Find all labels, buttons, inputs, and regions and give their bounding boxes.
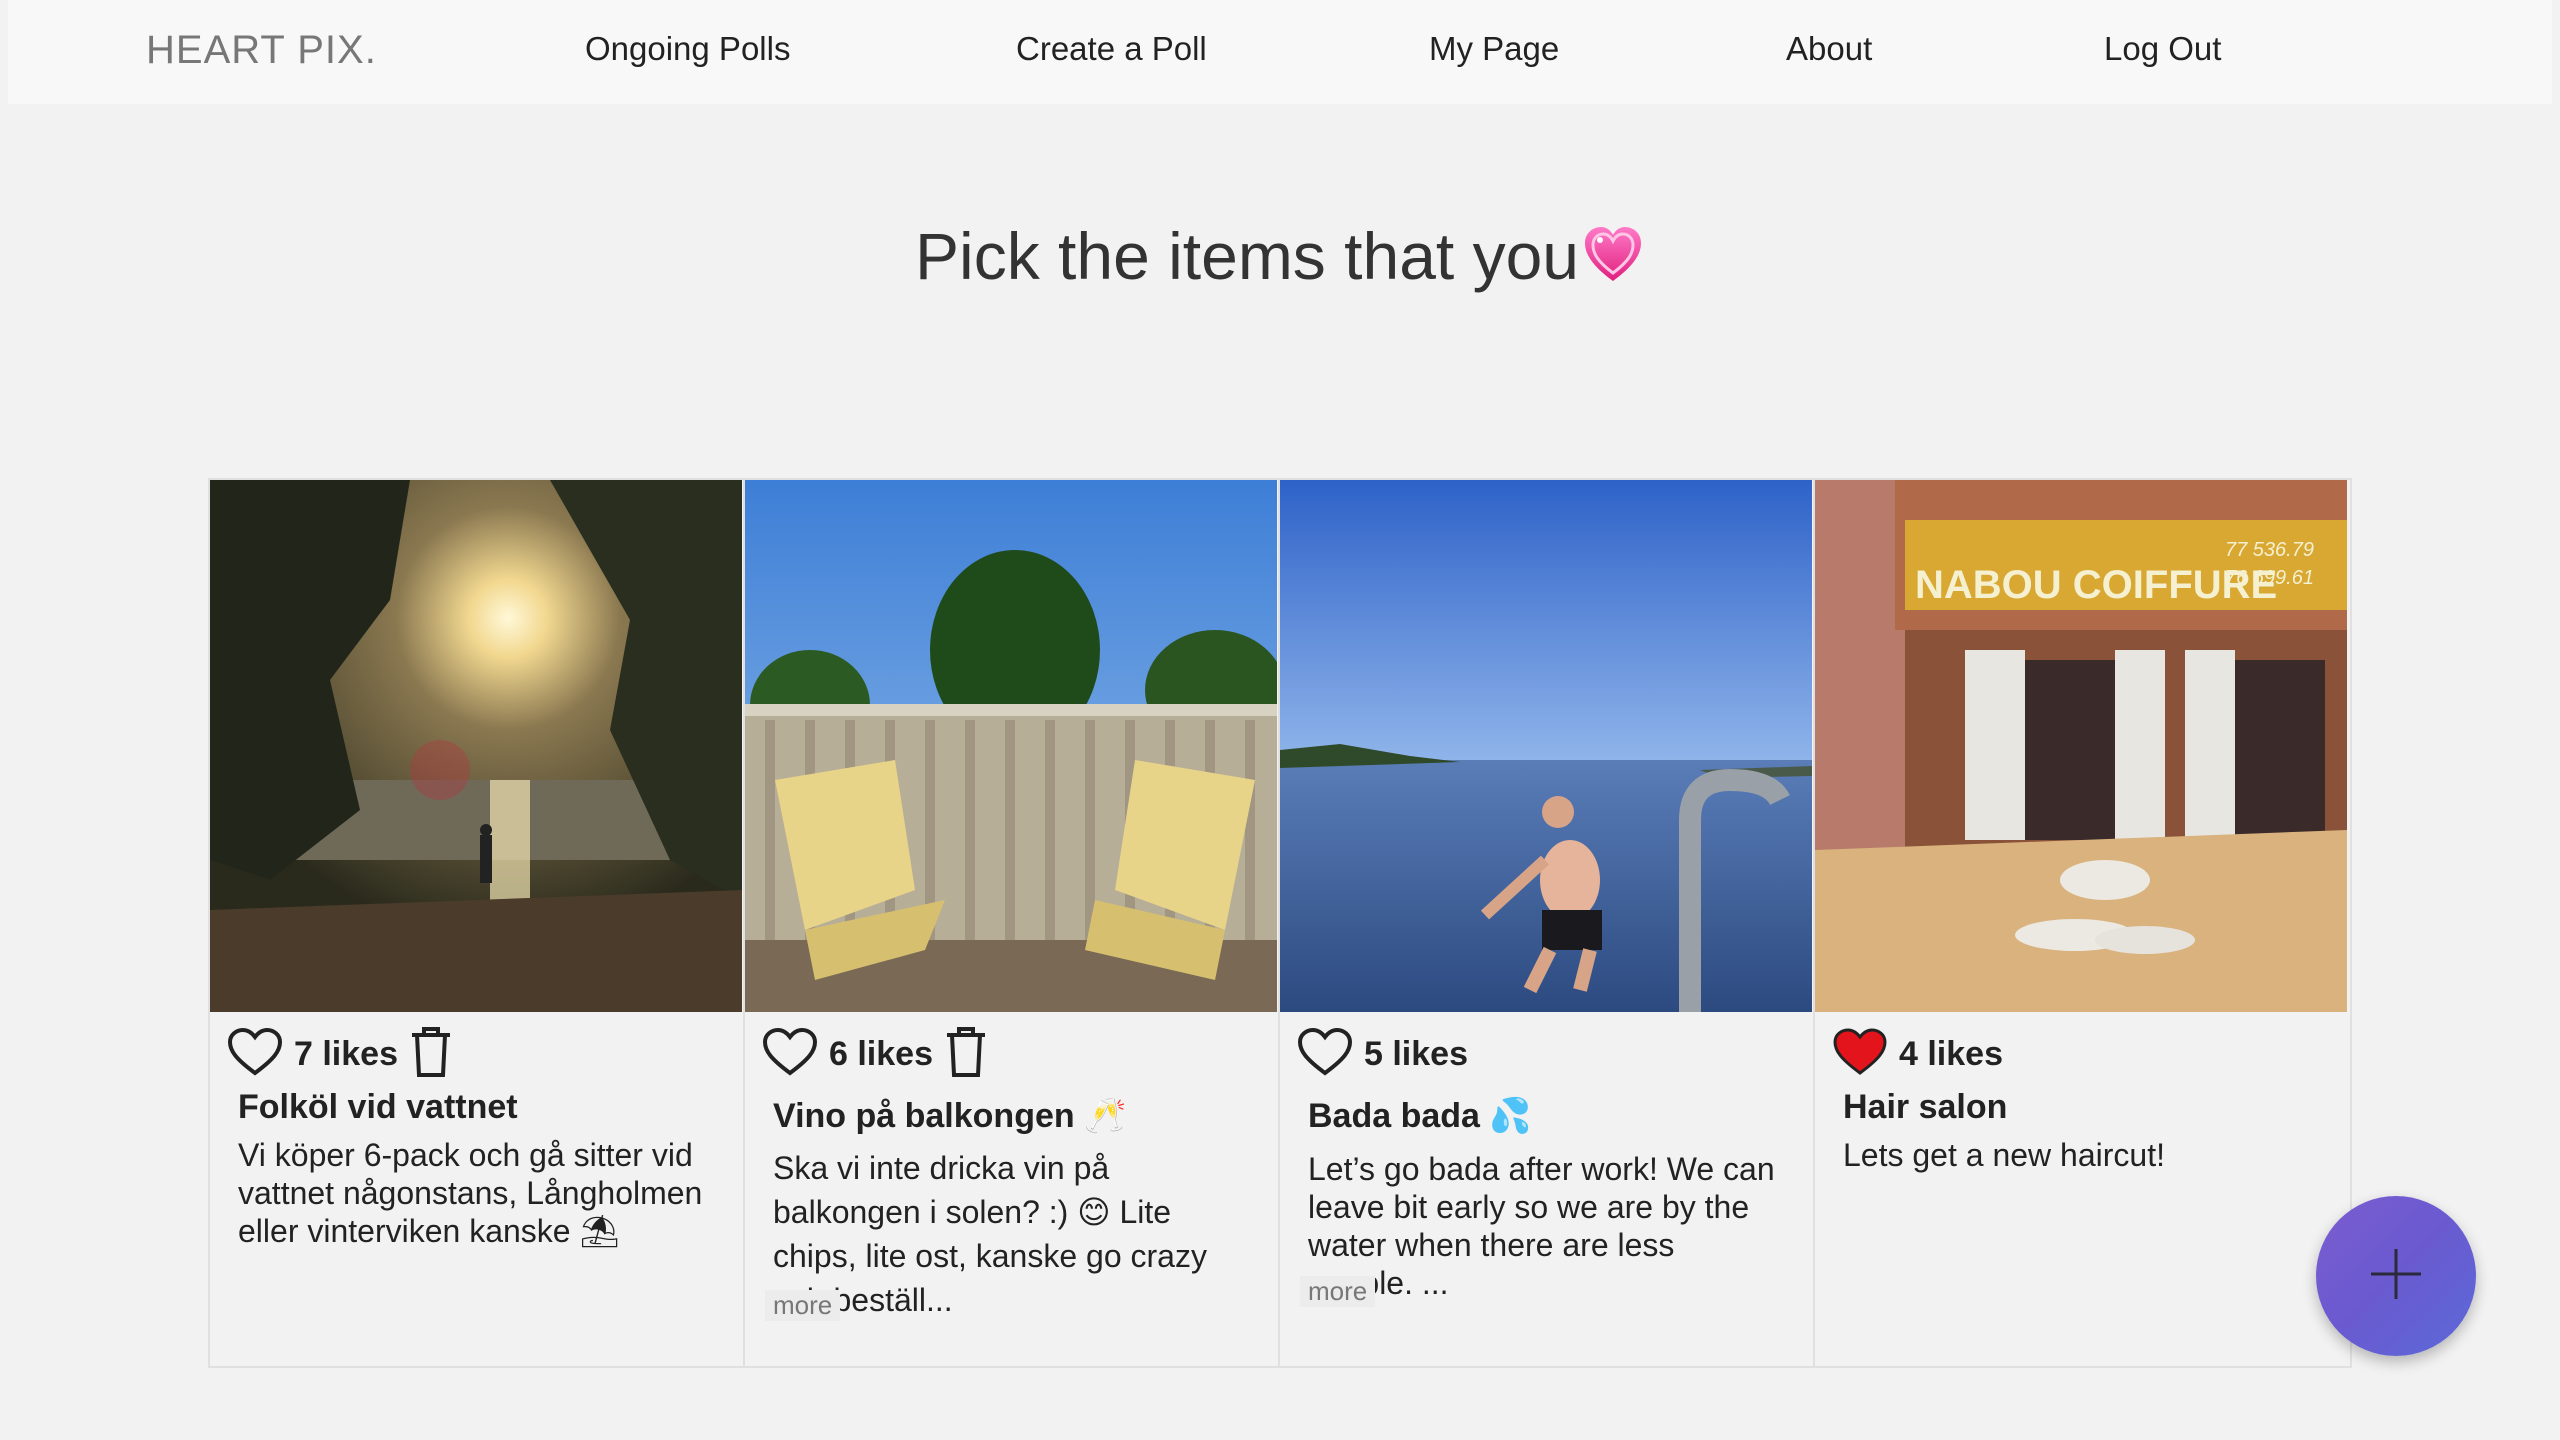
sparkling-heart-icon — [1581, 223, 1645, 302]
page-title: Pick the items that you — [0, 218, 2560, 302]
top-nav: HEART PIX. Ongoing Polls Create a Poll M… — [8, 0, 2552, 104]
likes-count: 4 likes — [1899, 1034, 2003, 1073]
item-title: Bada bada 💦 — [1308, 1097, 1532, 1135]
balcony-chairs-photo[interactable] — [745, 480, 1277, 1012]
nav-create-poll[interactable]: Create a Poll — [1016, 30, 1207, 68]
item-description: Ska vi inte dricka vin på balkongen i so… — [773, 1150, 1207, 1318]
item-title: Hair salon — [1843, 1088, 2008, 1126]
item-description: Lets get a new haircut! — [1843, 1137, 2165, 1173]
plus-icon — [2369, 1247, 2423, 1306]
nav-log-out[interactable]: Log Out — [2104, 30, 2221, 68]
likes-count: 6 likes — [829, 1034, 933, 1073]
likes-row: 5 likes — [1296, 1024, 1468, 1084]
item-description: Vi köper 6-pack och gå sitter vid vattne… — [238, 1137, 703, 1249]
trash-icon[interactable] — [408, 1025, 454, 1084]
heart-outline-icon[interactable] — [1296, 1027, 1354, 1082]
nav-ongoing-polls[interactable]: Ongoing Polls — [585, 30, 790, 68]
item-title: Vino på balkongen 🥂 — [773, 1097, 1127, 1135]
salon-sign-phone-1: 77 536.79 — [2225, 539, 2314, 561]
likes-row: 4 likes — [1831, 1024, 2003, 1084]
salon-sign-phone-2: 76 699.61 — [2225, 567, 2314, 589]
likes-count: 5 likes — [1364, 1034, 1468, 1073]
likes-row: 7 likes — [226, 1024, 454, 1084]
poll-items-grid: 7 likes Folköl vid vattnet Vi köper 6-pa… — [208, 478, 2352, 1368]
sunset-lake-photo[interactable] — [210, 480, 742, 1012]
trash-icon[interactable] — [943, 1025, 989, 1084]
heart-outline-icon[interactable] — [761, 1027, 819, 1082]
hair-salon-photo[interactable]: NABOU COIFFURE 77 536.79 76 699.61 — [1815, 480, 2347, 1012]
nav-my-page[interactable]: My Page — [1429, 30, 1559, 68]
item-description: Let’s go bada after work! We can leave b… — [1308, 1151, 1775, 1301]
lake-jump-photo[interactable] — [1280, 480, 1812, 1012]
heart-filled-icon[interactable] — [1831, 1027, 1889, 1082]
likes-count: 7 likes — [294, 1034, 398, 1073]
likes-row: 6 likes — [761, 1024, 989, 1084]
poll-item-card: 7 likes Folköl vid vattnet Vi köper 6-pa… — [210, 480, 745, 1366]
brand-logo[interactable]: HEART PIX. — [146, 28, 377, 73]
poll-item-card: 6 likes Vino på balkongen 🥂 Ska vi inte … — [745, 480, 1280, 1366]
more-link[interactable]: more — [765, 1290, 841, 1321]
item-title: Folköl vid vattnet — [238, 1088, 518, 1126]
salon-sign-name: NABOU COIFFURE — [1915, 563, 2277, 607]
poll-item-card: 5 likes Bada bada 💦 Let’s go bada after … — [1280, 480, 1815, 1366]
page-title-text: Pick the items that you — [915, 219, 1579, 293]
poll-item-card: NABOU COIFFURE 77 536.79 76 699.61 4 lik… — [1815, 480, 2350, 1366]
heart-outline-icon[interactable] — [226, 1027, 284, 1082]
add-item-button[interactable] — [2316, 1196, 2476, 1356]
more-link[interactable]: more — [1300, 1276, 1376, 1307]
nav-about[interactable]: About — [1786, 30, 1872, 68]
